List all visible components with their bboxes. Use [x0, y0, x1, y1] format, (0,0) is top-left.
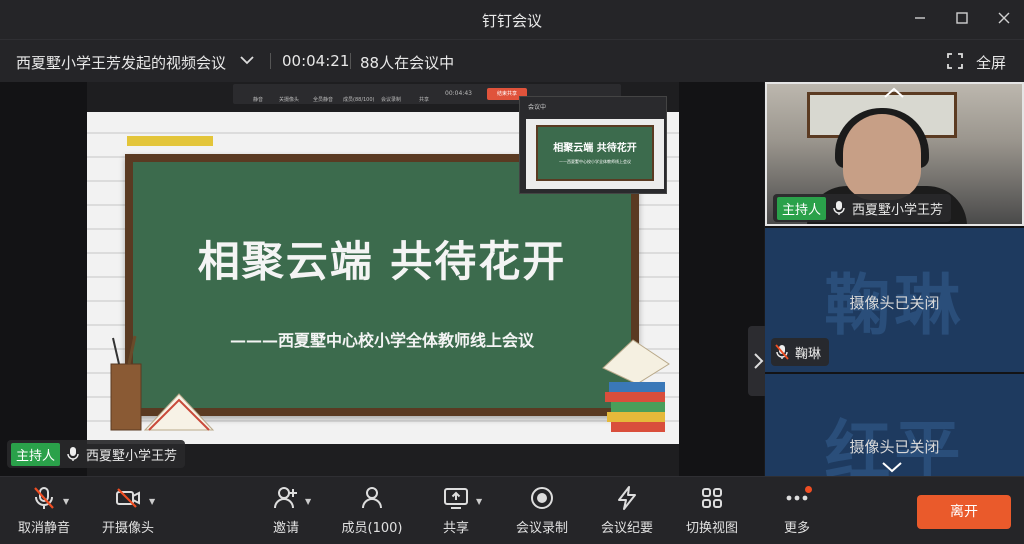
camera-label: 开摄像头	[101, 521, 154, 536]
more-label: 更多	[783, 521, 810, 536]
screen-share-icon	[444, 488, 468, 509]
participant-name: 鞠琳	[795, 346, 822, 362]
meeting-toolbar: 取消静音 ▼ 开摄像头 ▼ 邀请 ▼ 成员(100) 共享 ▼ 会议录制 会议纪…	[0, 476, 1024, 544]
leave-button[interactable]: 离开	[917, 495, 1011, 529]
record-icon	[531, 487, 553, 509]
user-icon	[362, 487, 382, 509]
mic-muted-icon	[775, 344, 789, 360]
shared-screen-area: 静音 关摄像头 全员静音 成员(88/100) 会议录制 共享 00:04:43…	[0, 82, 768, 476]
maximize-icon[interactable]	[950, 8, 974, 32]
participant-tile[interactable]: 鞠琳 摄像头已关闭 鞠琳	[765, 228, 1024, 372]
camera-button[interactable]: 开摄像头	[88, 485, 168, 536]
participant-panel: 主持人 西夏墅小学王芳 鞠琳 摄像头已关闭 鞠琳 红平 摄像头已关闭	[765, 82, 1024, 476]
notification-dot	[805, 486, 812, 493]
invite-button[interactable]: 邀请	[246, 485, 326, 536]
pencil-cup-and-book-decoration	[110, 335, 215, 431]
minimize-icon[interactable]	[908, 8, 932, 32]
grid-view-icon	[702, 488, 722, 508]
title-bar: 钉钉会议	[0, 0, 1024, 40]
members-label: 成员(100)	[341, 521, 403, 536]
record-button[interactable]: 会议录制	[502, 485, 582, 536]
chevron-down-icon[interactable]	[877, 460, 907, 474]
share-label: 共享	[442, 521, 469, 536]
divider	[270, 53, 271, 69]
meeting-timer: 00:04:21	[282, 52, 350, 70]
unmute-label: 取消静音	[17, 521, 70, 536]
host-name: 西夏墅小学王芳	[86, 448, 178, 464]
preview-chalkboard: 相聚云端 共待花开 ——西夏墅中心校小学全体教师线上会议	[536, 125, 654, 181]
divider	[350, 53, 351, 69]
invite-label: 邀请	[272, 521, 299, 536]
mini-label: 会议录制	[381, 97, 402, 103]
record-label: 会议录制	[515, 521, 568, 536]
chevron-down-icon[interactable]: ▼	[63, 497, 69, 506]
chevron-down-icon[interactable]: ▼	[476, 497, 482, 506]
mini-label: 共享	[419, 97, 430, 103]
add-user-icon	[274, 487, 297, 509]
preview-label: 会议中	[528, 104, 547, 111]
close-icon[interactable]	[992, 8, 1016, 32]
chevron-down-icon[interactable]: ▼	[149, 497, 155, 506]
participant-name-tag: 鞠琳	[771, 338, 830, 366]
unmute-button[interactable]: 取消静音	[4, 485, 84, 536]
participant-count: 88人在会议中	[360, 54, 455, 72]
preview-title: 相聚云端 共待花开	[553, 143, 637, 154]
mini-label: 关摄像头	[279, 97, 300, 103]
camera-off-icon	[116, 488, 140, 508]
switch-view-button[interactable]: 切换视图	[672, 485, 752, 536]
participant-tile-host[interactable]: 主持人 西夏墅小学王芳	[765, 82, 1024, 226]
mini-label: 成员(88/100)	[343, 97, 375, 103]
host-badge: 主持人	[11, 442, 61, 466]
share-button[interactable]: 共享	[416, 485, 496, 536]
mini-label: 全员静音	[313, 97, 334, 103]
minutes-label: 会议纪要	[600, 521, 653, 536]
shared-screen: 静音 关摄像头 全员静音 成员(88/100) 会议录制 共享 00:04:43…	[7, 82, 679, 476]
participant-name-tag: 主持人 西夏墅小学王芳	[773, 194, 952, 222]
preview-subtitle: ——西夏墅中心校小学全体教师线上会议	[559, 159, 631, 164]
lightning-icon	[618, 486, 636, 510]
participant-tile[interactable]: 红平 摄像头已关闭	[765, 374, 1024, 476]
host-badge: 主持人	[777, 196, 827, 220]
preview-slide: 相聚云端 共待花开 ——西夏墅中心校小学全体教师线上会议	[526, 119, 664, 189]
microphone-icon	[833, 201, 845, 215]
minutes-button[interactable]: 会议纪要	[587, 485, 667, 536]
camera-off-status: 摄像头已关闭	[849, 294, 940, 312]
chevron-up-icon[interactable]	[879, 86, 909, 100]
host-name-tag: 主持人 西夏墅小学王芳	[7, 440, 186, 468]
more-button[interactable]: 更多	[757, 485, 837, 536]
microphone-icon	[67, 447, 79, 461]
mini-timer: 00:04:43	[445, 90, 472, 97]
book-stack-decoration	[602, 339, 670, 432]
fullscreen-button[interactable]: 全屏	[976, 52, 1006, 73]
slide-title: 相聚云端 共待花开	[197, 237, 567, 286]
chevron-down-icon[interactable]: ▼	[305, 497, 311, 506]
ruler-decoration	[127, 136, 213, 146]
meeting-info-bar: 西夏墅小学王芳发起的视频会议 00:04:21 88人在会议中 全屏	[0, 40, 1024, 82]
mic-muted-icon	[34, 487, 54, 509]
camera-off-status: 摄像头已关闭	[849, 438, 940, 456]
chevron-down-icon[interactable]	[238, 51, 256, 69]
participant-name: 西夏墅小学王芳	[852, 202, 944, 218]
members-button[interactable]: 成员(100)	[332, 485, 412, 536]
window-title: 钉钉会议	[481, 12, 542, 30]
shared-screen-preview: 会议中 相聚云端 共待花开 ——西夏墅中心校小学全体教师线上会议	[519, 96, 667, 194]
switch-view-label: 切换视图	[685, 521, 738, 536]
mini-label: 静音	[253, 97, 264, 103]
person-face	[843, 114, 921, 200]
fullscreen-icon[interactable]	[946, 52, 964, 70]
meeting-name[interactable]: 西夏墅小学王芳发起的视频会议	[16, 52, 226, 73]
